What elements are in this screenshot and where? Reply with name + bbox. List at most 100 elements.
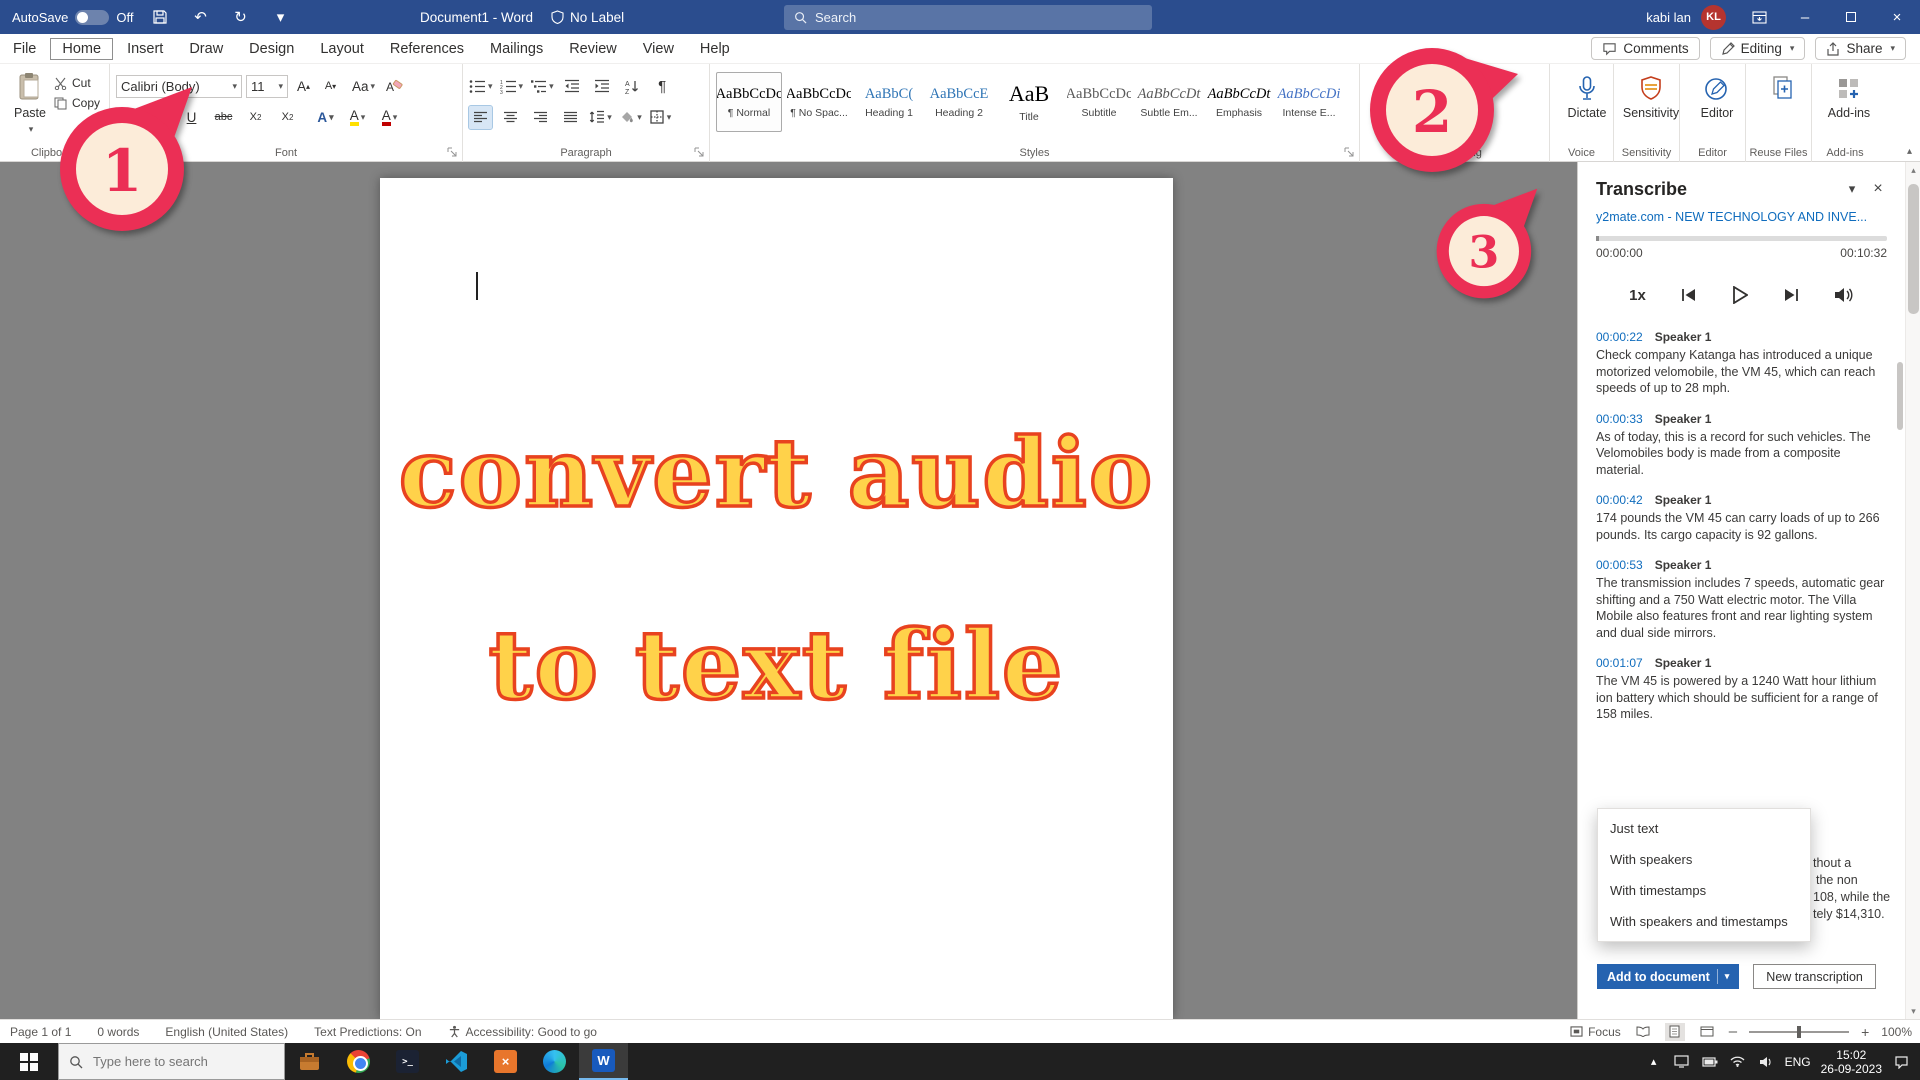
- zoom-out-button[interactable]: –: [1729, 1023, 1737, 1040]
- entry-timestamp[interactable]: 00:00:33: [1596, 412, 1643, 426]
- accessibility-indicator[interactable]: Accessibility: Good to go: [448, 1025, 597, 1039]
- playback-speed-button[interactable]: 1x: [1629, 287, 1646, 304]
- audio-file-link[interactable]: y2mate.com - NEW TECHNOLOGY AND INVE...: [1578, 208, 1905, 232]
- style-normal[interactable]: AaBbCcDc ¶ Normal: [716, 72, 782, 132]
- transcript-entry[interactable]: 00:00:22 Speaker 1 Check company Katanga…: [1596, 330, 1889, 397]
- page-indicator[interactable]: Page 1 of 1: [10, 1025, 71, 1039]
- tab-view[interactable]: View: [630, 37, 687, 61]
- tray-battery-icon[interactable]: [1701, 1057, 1719, 1067]
- zoom-slider-thumb[interactable]: [1797, 1026, 1801, 1038]
- tab-design[interactable]: Design: [236, 37, 307, 61]
- tray-volume-icon[interactable]: [1757, 1056, 1775, 1068]
- taskbar-search[interactable]: [58, 1043, 285, 1080]
- show-marks-button[interactable]: ¶: [651, 75, 674, 98]
- tray-language[interactable]: ENG: [1785, 1055, 1811, 1069]
- bullets-button[interactable]: ▾: [469, 75, 493, 98]
- dialog-launcher-icon[interactable]: [1344, 147, 1355, 158]
- tab-references[interactable]: References: [377, 37, 477, 61]
- tab-layout[interactable]: Layout: [307, 37, 377, 61]
- grow-font-button[interactable]: A▴: [292, 75, 315, 98]
- tab-review[interactable]: Review: [556, 37, 630, 61]
- tab-draw[interactable]: Draw: [176, 37, 236, 61]
- numbering-button[interactable]: 123 ▾: [500, 75, 524, 98]
- font-color-button[interactable]: A ▾: [378, 106, 401, 129]
- skip-forward-icon[interactable]: [1782, 287, 1800, 303]
- save-button[interactable]: [147, 4, 173, 30]
- tray-clock[interactable]: 15:02 26-09-2023: [1821, 1048, 1882, 1076]
- focus-mode-button[interactable]: Focus: [1570, 1025, 1621, 1039]
- tray-expand-icon[interactable]: ▴: [1645, 1055, 1663, 1068]
- sensitivity-label-badge[interactable]: No Label: [551, 10, 624, 25]
- play-icon[interactable]: [1732, 286, 1748, 304]
- style-heading-2[interactable]: AaBbCcE Heading 2: [926, 72, 992, 132]
- transcript-entry[interactable]: 00:01:07 Speaker 1 The VM 45 is powered …: [1596, 656, 1889, 723]
- multilevel-list-button[interactable]: ▾: [530, 75, 554, 98]
- tab-help[interactable]: Help: [687, 37, 743, 61]
- strikethrough-button[interactable]: abc: [212, 106, 235, 129]
- print-layout-button[interactable]: [1665, 1023, 1685, 1041]
- notification-center-icon[interactable]: [1892, 1055, 1910, 1069]
- menu-item-with-timestamps[interactable]: With timestamps: [1598, 875, 1810, 906]
- audio-progress-bar[interactable]: [1596, 236, 1887, 241]
- tab-mailings[interactable]: Mailings: [477, 37, 556, 61]
- text-predictions-indicator[interactable]: Text Predictions: On: [314, 1025, 421, 1039]
- style-title[interactable]: AaB Title: [996, 72, 1062, 132]
- start-button[interactable]: [0, 1043, 58, 1080]
- sensitivity-button[interactable]: Sensitivity: [1620, 68, 1682, 120]
- style-intense-emphasis[interactable]: AaBbCcDi Intense E...: [1276, 72, 1342, 132]
- zoom-slider[interactable]: [1749, 1031, 1849, 1033]
- comments-button[interactable]: Comments: [1591, 37, 1699, 60]
- style-heading-1[interactable]: AaBbC( Heading 1: [856, 72, 922, 132]
- minimize-button[interactable]: –: [1782, 0, 1828, 34]
- undo-button[interactable]: ↶: [187, 4, 213, 30]
- avatar[interactable]: KL: [1701, 5, 1726, 30]
- add-to-document-button[interactable]: Add to document ▾: [1597, 964, 1739, 989]
- sort-button[interactable]: AZ: [621, 75, 644, 98]
- taskbar-app-word[interactable]: W: [579, 1043, 628, 1080]
- document-page[interactable]: convert audio to text file: [380, 178, 1173, 1019]
- autosave-toggle[interactable]: AutoSave Off: [12, 10, 133, 25]
- entry-timestamp[interactable]: 00:01:07: [1596, 656, 1643, 670]
- reuse-files-button[interactable]: Reuse Files: [1752, 68, 1814, 106]
- scroll-up-icon[interactable]: ▴: [1906, 162, 1920, 178]
- tab-file[interactable]: File: [0, 37, 49, 61]
- superscript-button[interactable]: X2: [276, 106, 299, 129]
- taskbar-search-input[interactable]: [91, 1053, 261, 1070]
- increase-indent-button[interactable]: [591, 75, 614, 98]
- zoom-level[interactable]: 100%: [1881, 1025, 1912, 1039]
- taskbar-app-terminal[interactable]: >_: [383, 1043, 432, 1080]
- taskbar-app-chrome[interactable]: [334, 1043, 383, 1080]
- menu-item-with-speakers[interactable]: With speakers: [1598, 844, 1810, 875]
- taskbar-app-orange[interactable]: ×: [481, 1043, 530, 1080]
- subscript-button[interactable]: X2: [244, 106, 267, 129]
- pane-scrollbar-thumb[interactable]: [1897, 362, 1903, 430]
- tab-home[interactable]: Home: [49, 37, 114, 61]
- transcript-entry[interactable]: 00:00:53 Speaker 1 The transmission incl…: [1596, 558, 1889, 641]
- shading-button[interactable]: ▾: [619, 106, 642, 129]
- align-right-button[interactable]: [529, 106, 552, 129]
- transcript-entry[interactable]: 00:00:42 Speaker 1 174 pounds the VM 45 …: [1596, 493, 1889, 543]
- justify-button[interactable]: [559, 106, 582, 129]
- style-emphasis[interactable]: AaBbCcDt Emphasis: [1206, 72, 1272, 132]
- menu-item-just-text[interactable]: Just text: [1598, 813, 1810, 844]
- vertical-scrollbar[interactable]: ▴ ▾: [1905, 162, 1920, 1019]
- entry-timestamp[interactable]: 00:00:22: [1596, 330, 1643, 344]
- word-count[interactable]: 0 words: [97, 1025, 139, 1039]
- dialog-launcher-icon[interactable]: [447, 147, 458, 158]
- clear-formatting-button[interactable]: A: [383, 75, 406, 98]
- transcript-entry[interactable]: 00:00:33 Speaker 1 As of today, this is …: [1596, 412, 1889, 479]
- style-no-spacing[interactable]: AaBbCcDc ¶ No Spac...: [786, 72, 852, 132]
- font-size-combo[interactable]: 11 ▾: [246, 75, 288, 98]
- volume-icon[interactable]: [1834, 287, 1854, 303]
- align-left-button[interactable]: [469, 106, 492, 129]
- pane-options-icon[interactable]: ▾: [1839, 178, 1865, 200]
- autosave-switch[interactable]: [75, 10, 109, 25]
- editing-mode-button[interactable]: Editing ▾: [1710, 37, 1806, 60]
- editor-button[interactable]: Editor: [1686, 68, 1748, 120]
- addins-button[interactable]: Add-ins: [1818, 68, 1880, 120]
- entry-timestamp[interactable]: 00:00:53: [1596, 558, 1643, 572]
- borders-button[interactable]: ▾: [649, 106, 672, 129]
- align-center-button[interactable]: [499, 106, 522, 129]
- entry-timestamp[interactable]: 00:00:42: [1596, 493, 1643, 507]
- skip-back-icon[interactable]: [1680, 287, 1698, 303]
